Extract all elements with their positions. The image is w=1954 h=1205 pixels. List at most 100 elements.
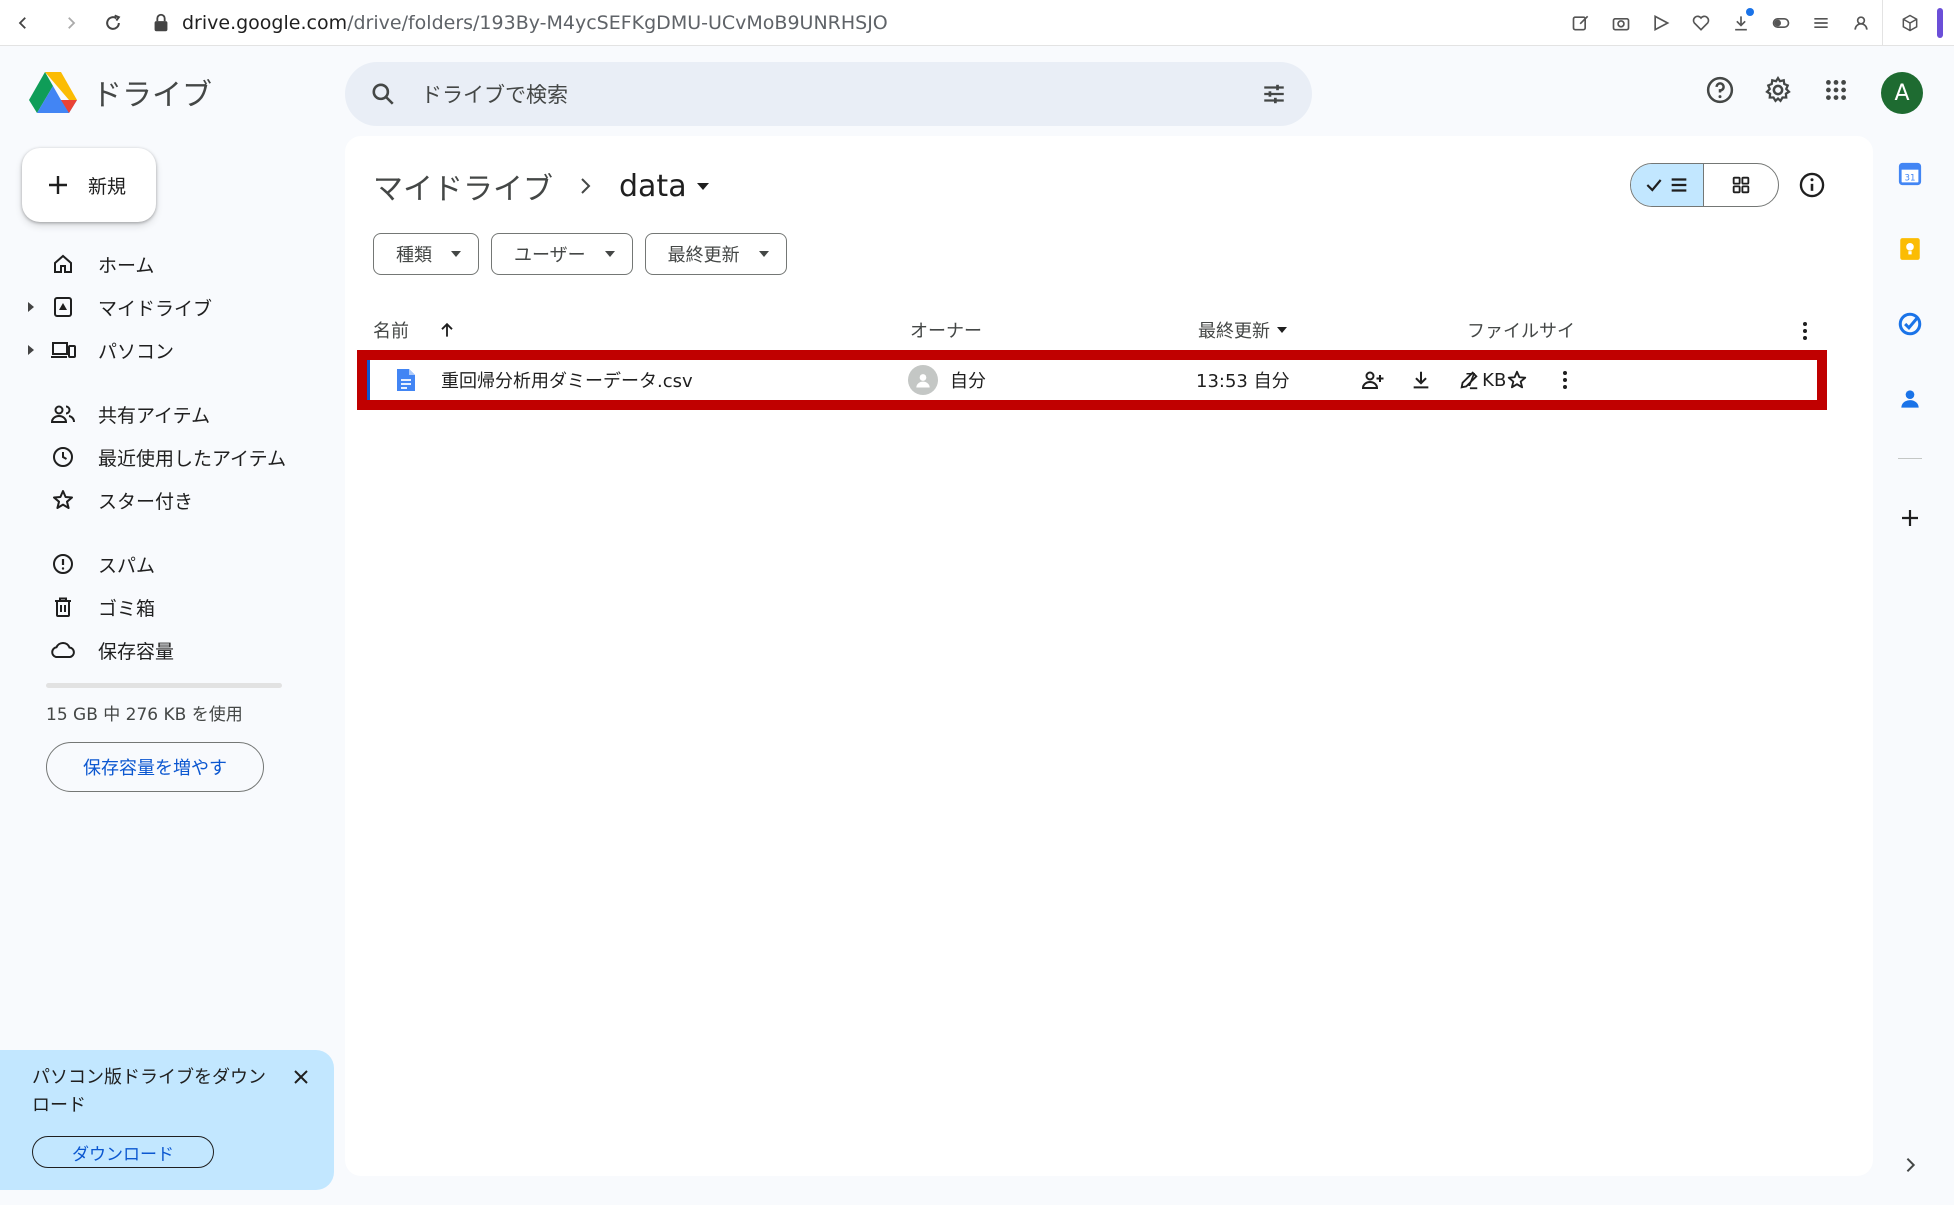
owner-name: 自分 (950, 371, 986, 392)
menu-lines-icon[interactable] (1806, 8, 1836, 38)
calendar-icon[interactable]: 31 (1886, 150, 1934, 198)
grid-view-button[interactable] (1704, 164, 1778, 206)
url-host: drive.google.com (182, 12, 348, 34)
contacts-icon[interactable] (1886, 375, 1934, 423)
my-drive-icon (46, 290, 80, 324)
column-header-name[interactable]: 名前 (373, 310, 457, 350)
home-icon (46, 247, 80, 281)
file-name-cell[interactable]: 重回帰分析用ダミーデータ.csv (395, 360, 693, 400)
sidebar-item-starred[interactable]: スター付き (24, 480, 324, 520)
grid-icon (1732, 176, 1750, 194)
sort-ascending-icon[interactable] (437, 320, 457, 340)
sidebar-item-my-drive[interactable]: マイドライブ (24, 287, 324, 327)
sidebar-item-spam[interactable]: スパム (24, 544, 324, 584)
sidebar-item-recent[interactable]: 最近使用したアイテム (24, 437, 324, 477)
breadcrumb-current-folder[interactable]: data (619, 169, 711, 204)
caret-down-icon (758, 251, 769, 257)
reload-icon (106, 14, 121, 30)
close-icon[interactable] (288, 1064, 314, 1090)
promo-text: パソコン版ドライブをダウンロード (32, 1067, 266, 1116)
profile-icon[interactable] (1846, 8, 1876, 38)
keep-icon[interactable] (1886, 225, 1934, 273)
owner-cell: 自分 (908, 360, 986, 400)
star-icon[interactable] (1500, 363, 1534, 397)
tasks-icon[interactable] (1886, 300, 1934, 348)
edit-icon[interactable] (1566, 8, 1596, 38)
cube-icon[interactable] (1895, 8, 1925, 38)
people-icon (46, 397, 80, 431)
filter-user-chip[interactable]: ユーザー (491, 233, 633, 275)
document-file-icon (397, 369, 415, 391)
header-actions (1700, 70, 1856, 110)
row-actions (1356, 360, 1582, 400)
caret-down-icon (604, 251, 615, 257)
account-avatar[interactable]: A (1881, 72, 1923, 114)
list-view-button[interactable] (1631, 164, 1705, 206)
chevron-right-icon (579, 176, 593, 196)
column-label: オーナー (910, 321, 982, 342)
camera-icon[interactable] (1606, 8, 1636, 38)
clock-icon (46, 440, 80, 474)
heart-icon[interactable] (1686, 8, 1716, 38)
filter-label: ユーザー (514, 245, 586, 266)
breadcrumb: マイドライブ data (373, 164, 711, 208)
search-input[interactable]: ドライブで検索 (421, 79, 1258, 109)
column-header-modified[interactable]: 最終更新 (1198, 310, 1288, 350)
modified-value: 13:53 自分 (1196, 371, 1290, 392)
sidebar-item-computers[interactable]: パソコン (24, 330, 324, 370)
table-row[interactable]: 重回帰分析用ダミーデータ.csv 自分 13:53 自分 7 KB (357, 350, 1827, 410)
forward-icon (68, 17, 76, 29)
share-person-add-icon[interactable] (1356, 363, 1390, 397)
modified-cell: 13:53 自分 (1196, 360, 1290, 400)
column-header-size[interactable]: ファイルサイ (1467, 310, 1575, 350)
promo-download-button[interactable]: ダウンロード (32, 1136, 214, 1168)
sidebar-item-trash[interactable]: ゴミ箱 (24, 587, 324, 627)
storage-usage-bar (46, 683, 282, 688)
expand-caret-icon[interactable] (24, 345, 38, 355)
drive-logo[interactable]: ドライブ (28, 70, 212, 114)
sidebar-item-storage[interactable]: 保存容量 (24, 630, 324, 670)
computer-icon (46, 333, 80, 367)
expand-caret-icon[interactable] (24, 302, 38, 312)
main-content: マイドライブ data 種類 ユーザー 最終更新 名前 オーナー 最終更新 ファ… (345, 136, 1873, 1176)
toggle-icon[interactable] (1766, 8, 1796, 38)
current-folder-name: data (619, 168, 687, 204)
address-bar[interactable]: drive.google.com/drive/folders/193By-M4y… (150, 10, 888, 36)
download-icon[interactable] (1726, 8, 1756, 38)
plus-icon (49, 176, 67, 194)
spam-icon (46, 547, 80, 581)
search-bar[interactable]: ドライブで検索 (345, 62, 1312, 126)
search-options-icon[interactable] (1258, 78, 1290, 110)
filter-type-chip[interactable]: 種類 (373, 233, 479, 275)
forward-button[interactable] (56, 8, 86, 38)
get-more-storage-button[interactable]: 保存容量を増やす (46, 742, 264, 792)
app-name: ドライブ (92, 78, 212, 113)
download-icon[interactable] (1404, 363, 1438, 397)
notification-dot (1746, 8, 1754, 16)
column-label: 名前 (373, 321, 409, 342)
expand-panel-icon[interactable] (1896, 1150, 1926, 1180)
search-icon[interactable] (367, 78, 399, 110)
caret-down-icon (451, 251, 461, 257)
more-vert-icon[interactable] (1548, 363, 1582, 397)
apps-grid-icon[interactable] (1816, 70, 1856, 110)
owner-avatar-icon (908, 365, 938, 395)
filter-modified-chip[interactable]: 最終更新 (644, 233, 787, 275)
new-button[interactable]: 新規 (22, 148, 156, 222)
help-icon[interactable] (1700, 70, 1740, 110)
reload-button[interactable] (98, 8, 128, 38)
sidebar-item-shared[interactable]: 共有アイテム (24, 394, 324, 434)
back-button[interactable] (8, 8, 38, 38)
rename-pencil-icon[interactable] (1452, 363, 1486, 397)
sidebar-item-home[interactable]: ホーム (24, 244, 324, 284)
add-addon-icon[interactable] (1886, 494, 1934, 542)
more-vert-icon[interactable] (1790, 316, 1820, 346)
settings-icon[interactable] (1758, 70, 1798, 110)
sidebar-item-label: 最近使用したアイテム (98, 447, 287, 470)
browser-toolbar: drive.google.com/drive/folders/193By-M4y… (0, 0, 1954, 46)
column-header-owner[interactable]: オーナー (910, 310, 982, 350)
info-icon[interactable] (1793, 166, 1831, 204)
send-icon[interactable] (1646, 8, 1676, 38)
breadcrumb-my-drive[interactable]: マイドライブ (373, 164, 553, 208)
back-icon (18, 17, 26, 29)
